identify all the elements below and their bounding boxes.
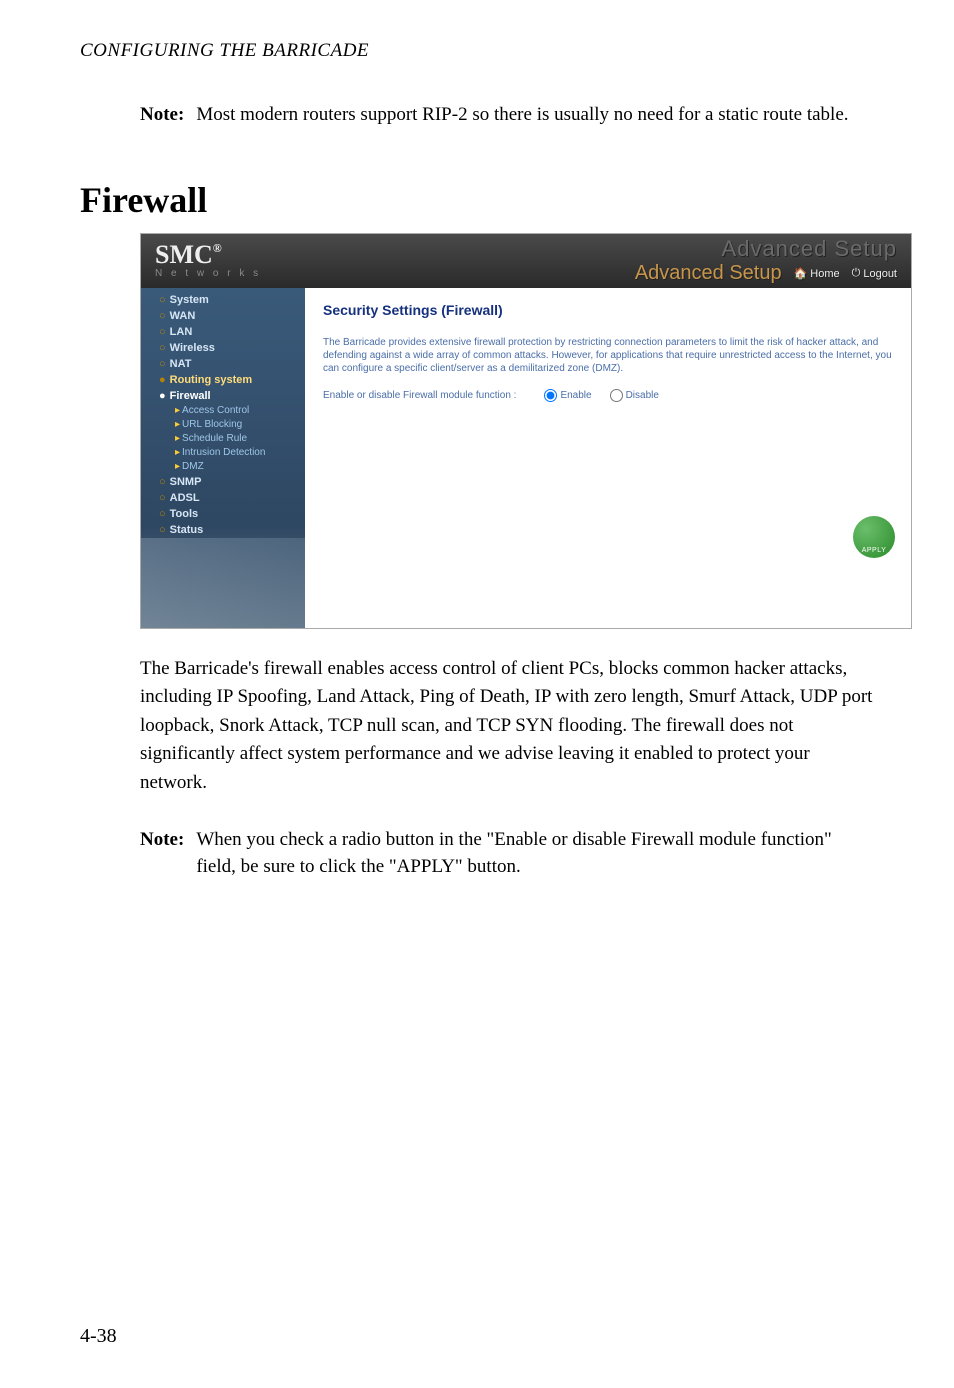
note-text: Most modern routers support RIP-2 so the… — [196, 102, 848, 129]
radio-group: Enable Disable — [544, 389, 659, 402]
page-number: 4-38 — [80, 1325, 117, 1348]
disable-radio[interactable]: Disable — [610, 389, 659, 402]
enable-radio-input[interactable] — [544, 389, 557, 402]
sidebar-sub-url-blocking[interactable]: ▸URL Blocking — [141, 418, 305, 432]
main-panel: Security Settings (Firewall) The Barrica… — [305, 288, 911, 628]
sidebar-item-firewall[interactable]: ●Firewall — [141, 388, 305, 404]
sidebar-decorative-image — [141, 538, 305, 628]
section-heading: Firewall — [80, 179, 874, 221]
sidebar-item-tools[interactable]: ○Tools — [141, 506, 305, 522]
enable-radio-label: Enable — [560, 390, 591, 401]
body-paragraph: The Barricade's firewall enables access … — [140, 655, 874, 798]
home-label: Home — [810, 268, 839, 280]
note-text: When you check a radio button in the "En… — [196, 827, 874, 880]
sidebar-item-system[interactable]: ○System — [141, 292, 305, 308]
logo-block: SMC® N e t w o r k s — [155, 242, 261, 279]
logout-link[interactable]: ⏻ Logout — [852, 267, 897, 280]
sidebar: ○System ○WAN ○LAN ○Wireless ○NAT ●Routin… — [141, 288, 305, 628]
note-block-1: Note: Most modern routers support RIP-2 … — [140, 102, 874, 129]
sidebar-item-wan[interactable]: ○WAN — [141, 308, 305, 324]
sidebar-sub-schedule-rule[interactable]: ▸Schedule Rule — [141, 432, 305, 446]
logout-icon: ⏻ — [852, 267, 861, 280]
sidebar-item-lan[interactable]: ○LAN — [141, 324, 305, 340]
screenshot-body: ○System ○WAN ○LAN ○Wireless ○NAT ●Routin… — [141, 288, 911, 628]
note-label: Note: — [140, 102, 184, 129]
embedded-screenshot: SMC® N e t w o r k s Advanced Setup Adva… — [140, 233, 912, 629]
panel-description: The Barricade provides extensive firewal… — [323, 336, 893, 375]
firewall-toggle-row: Enable or disable Firewall module functi… — [323, 389, 893, 402]
radio-row-label: Enable or disable Firewall module functi… — [323, 390, 516, 401]
logo-subtext: N e t w o r k s — [155, 268, 261, 279]
sidebar-sub-intrusion-detection[interactable]: ▸Intrusion Detection — [141, 446, 305, 460]
sidebar-item-wireless[interactable]: ○Wireless — [141, 340, 305, 356]
note-block-2: Note: When you check a radio button in t… — [140, 827, 874, 880]
disable-radio-label: Disable — [626, 390, 659, 401]
sidebar-sub-dmz[interactable]: ▸DMZ — [141, 460, 305, 474]
running-head: CONFIGURING THE BARRICADE — [80, 40, 874, 62]
sidebar-sub-access-control[interactable]: ▸Access Control — [141, 404, 305, 418]
setup-label: Advanced Setup — [635, 262, 782, 285]
sidebar-item-status[interactable]: ○Status — [141, 522, 305, 538]
disable-radio-input[interactable] — [610, 389, 623, 402]
logout-label: Logout — [863, 268, 897, 280]
screenshot-header: SMC® N e t w o r k s Advanced Setup Adva… — [141, 234, 911, 288]
logo-text: SMC® — [155, 240, 222, 269]
panel-title: Security Settings (Firewall) — [323, 302, 893, 318]
home-link[interactable]: 🏠 Home — [794, 267, 840, 280]
enable-radio[interactable]: Enable — [544, 389, 591, 402]
sidebar-item-nat[interactable]: ○NAT — [141, 356, 305, 372]
setup-bar: Advanced Setup 🏠 Home ⏻ Logout — [635, 262, 897, 285]
home-icon: 🏠 — [794, 267, 808, 280]
header-right: Advanced Setup Advanced Setup 🏠 Home ⏻ L… — [635, 236, 897, 285]
sidebar-item-adsl[interactable]: ○ADSL — [141, 490, 305, 506]
apply-button[interactable]: APPLY — [853, 516, 895, 558]
sidebar-item-routing[interactable]: ●Routing system — [141, 372, 305, 388]
sidebar-item-snmp[interactable]: ○SNMP — [141, 474, 305, 490]
ghost-banner: Advanced Setup — [635, 236, 897, 262]
note-label: Note: — [140, 827, 184, 880]
